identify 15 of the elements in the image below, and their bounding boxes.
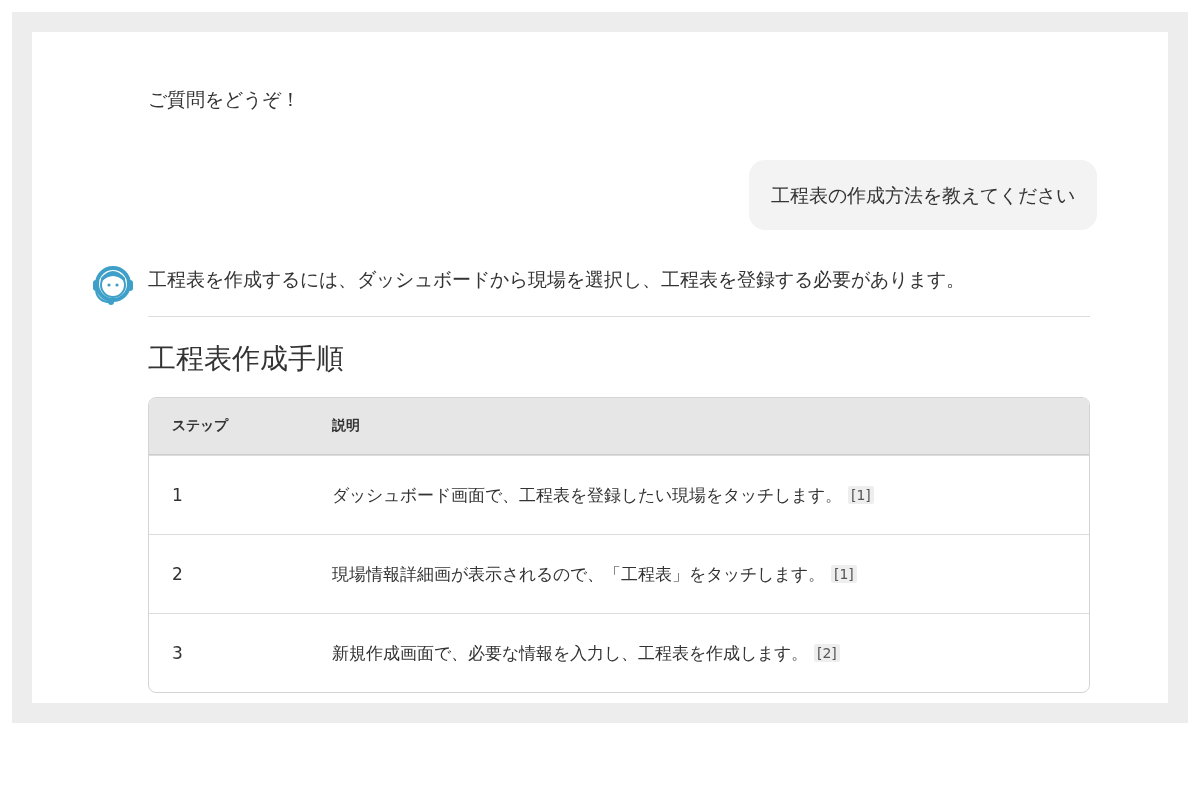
step-number: 2 <box>172 564 183 584</box>
step-number: 3 <box>172 643 183 663</box>
column-header: ステップ <box>171 417 230 435</box>
citation-link[interactable]: [2] <box>814 644 840 662</box>
step-description: 現場情報詳細画が表示されるので、「工程表」をタッチします。 <box>332 562 825 586</box>
citation-link[interactable]: [1] <box>848 486 874 504</box>
step-description: ダッシュボード画面で、工程表を登録したい現場をタッチします。 <box>332 483 842 507</box>
column-header: 説明 <box>331 417 361 435</box>
section-heading: 工程表作成手順 <box>148 341 345 377</box>
greeting-text: ご質問をどうぞ！ <box>148 87 301 112</box>
step-description: 新規作成画面で、必要な情報を入力し、工程表を作成します。 <box>332 641 808 665</box>
answer-text: 工程表を作成するには、ダッシュボードから現場を選択し、工程表を登録する必要があります。 <box>148 267 966 292</box>
step-number: 1 <box>172 485 183 505</box>
user-message: 工程表の作成方法を教えてください <box>749 160 1097 230</box>
citation-link[interactable]: [1] <box>831 565 857 583</box>
